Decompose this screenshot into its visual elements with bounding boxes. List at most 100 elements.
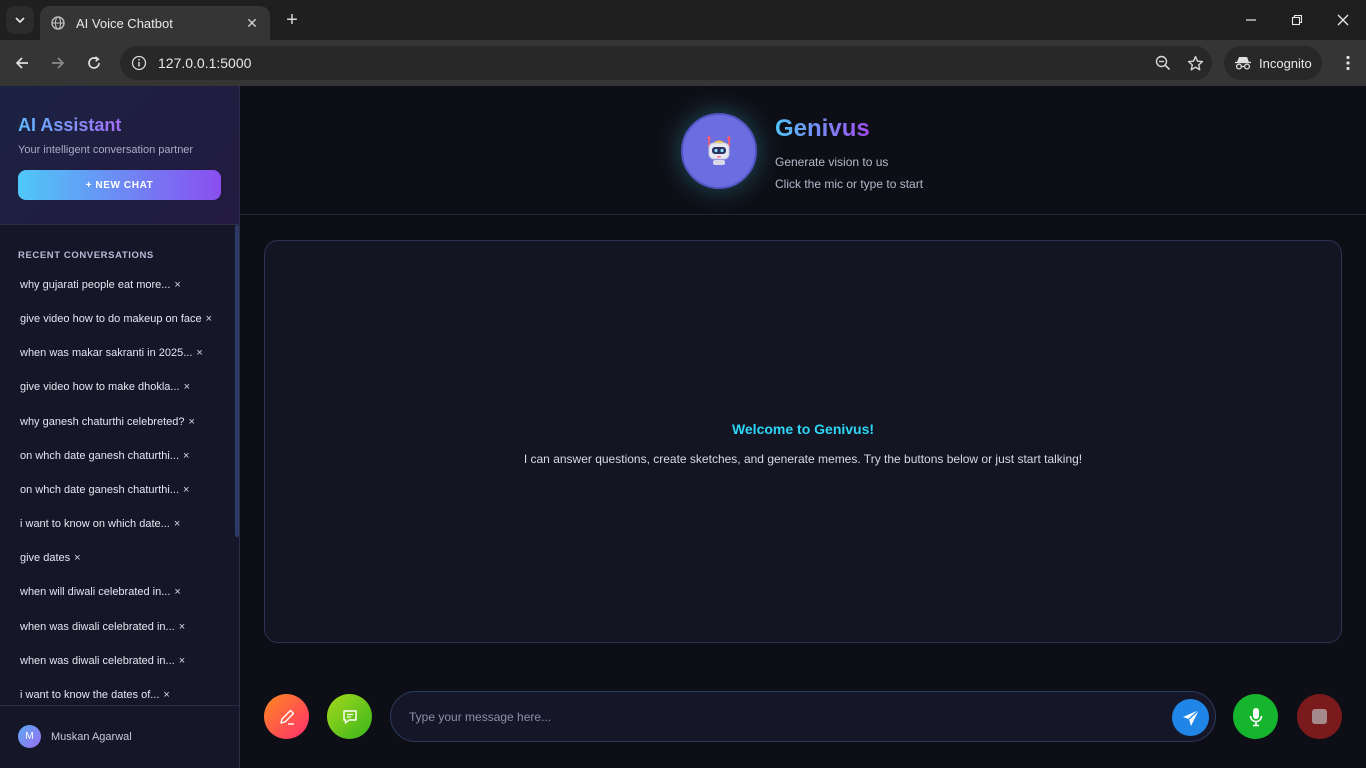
conversation-item[interactable]: on whch date ganesh chaturthi... ×: [20, 447, 189, 465]
app: AI Assistant Your intelligent conversati…: [0, 86, 1366, 768]
conversation-title: give video how to do makeup on face: [20, 313, 202, 325]
browser-toolbar: 127.0.0.1:5000 Incognito: [0, 40, 1366, 86]
conversation-item[interactable]: on whch date ganesh chaturthi... ×: [20, 481, 189, 499]
tab-title: AI Voice Chatbot: [76, 15, 173, 31]
conversation-item[interactable]: why ganesh chaturthi celebreted? ×: [20, 413, 195, 431]
bot-avatar: [681, 113, 757, 189]
delete-conversation-icon[interactable]: ×: [183, 450, 189, 462]
conversation-item[interactable]: i want to know on which date... ×: [20, 515, 180, 533]
sidebar-header: AI Assistant Your intelligent conversati…: [0, 86, 239, 225]
sidebar-subtitle: Your intelligent conversation partner: [18, 144, 194, 156]
chat-header: Genivus Generate vision to us Click the …: [240, 86, 1366, 215]
tab-close-icon[interactable]: ✕: [244, 15, 260, 31]
delete-conversation-icon[interactable]: ×: [174, 586, 180, 598]
meme-button[interactable]: [327, 694, 372, 739]
reload-button[interactable]: [80, 49, 108, 77]
new-tab-button[interactable]: +: [280, 8, 304, 32]
conversation-item[interactable]: when was diwali celebrated in... ×: [20, 618, 185, 636]
back-button[interactable]: [8, 49, 36, 77]
conversation-item[interactable]: give dates ×: [20, 549, 81, 567]
conversation-item[interactable]: why gujarati people eat more... ×: [20, 276, 181, 294]
url-text: 127.0.0.1:5000: [158, 55, 252, 71]
globe-icon: [50, 15, 66, 31]
address-bar[interactable]: 127.0.0.1:5000: [120, 46, 1212, 80]
delete-conversation-icon[interactable]: ×: [174, 279, 180, 291]
delete-conversation-icon[interactable]: ×: [174, 518, 180, 530]
conversation-item[interactable]: i want to know the dates of... ×: [20, 686, 170, 704]
conversation-item[interactable]: when was diwali celebrated in... ×: [20, 652, 185, 670]
sidebar: AI Assistant Your intelligent conversati…: [0, 86, 240, 768]
stop-button[interactable]: [1297, 694, 1342, 739]
microphone-icon: [1249, 707, 1262, 726]
delete-conversation-icon[interactable]: ×: [163, 689, 169, 701]
avatar: M: [18, 725, 41, 748]
delete-conversation-icon[interactable]: ×: [189, 416, 195, 428]
brand-tagline: Generate vision to us: [775, 155, 889, 169]
delete-conversation-icon[interactable]: ×: [196, 347, 202, 359]
incognito-indicator[interactable]: Incognito: [1224, 46, 1322, 80]
conversation-title: when was makar sakranti in 2025...: [20, 347, 193, 359]
conversation-title: i want to know on which date...: [20, 518, 170, 530]
incognito-label: Incognito: [1259, 55, 1312, 71]
chevron-down-icon: [15, 17, 25, 24]
site-info-icon[interactable]: [124, 48, 154, 78]
message-input[interactable]: [409, 707, 1149, 727]
conversation-item[interactable]: give video how to make dhokla... ×: [20, 378, 190, 396]
paper-plane-icon: [1182, 709, 1199, 726]
main-area: Genivus Generate vision to us Click the …: [240, 86, 1366, 768]
sidebar-title: AI Assistant: [18, 115, 122, 135]
brand-title: Genivus: [775, 115, 870, 142]
close-icon: [1337, 14, 1349, 26]
new-chat-button[interactable]: + NEW CHAT: [18, 170, 221, 200]
conversation-title: when will diwali celebrated in...: [20, 586, 171, 598]
conversation-title: why gujarati people eat more...: [20, 279, 171, 291]
recent-conversations-heading: RECENT CONVERSATIONS: [18, 250, 154, 261]
chat-bubble-icon: [342, 709, 357, 724]
delete-conversation-icon[interactable]: ×: [179, 621, 185, 633]
delete-conversation-icon[interactable]: ×: [206, 313, 212, 325]
incognito-icon: [1235, 57, 1251, 70]
sidebar-scrollbar[interactable]: [235, 225, 239, 537]
mic-button[interactable]: [1233, 694, 1278, 739]
pencil-icon: [279, 709, 294, 725]
reload-icon: [88, 56, 100, 69]
forward-button[interactable]: [44, 49, 72, 77]
restore-button[interactable]: [1274, 0, 1320, 40]
close-window-button[interactable]: [1320, 0, 1366, 40]
conversation-title: when was diwali celebrated in...: [20, 621, 175, 633]
conversation-title: when was diwali celebrated in...: [20, 655, 175, 667]
sketch-button[interactable]: [264, 694, 309, 739]
conversation-list[interactable]: RECENT CONVERSATIONS why gujarati people…: [0, 225, 239, 705]
arrow-left-icon: [15, 57, 28, 69]
browser-tab[interactable]: AI Voice Chatbot ✕: [40, 6, 270, 40]
conversation-item[interactable]: when was makar sakranti in 2025... ×: [20, 344, 203, 362]
delete-conversation-icon[interactable]: ×: [179, 655, 185, 667]
arrow-right-icon: [52, 57, 65, 69]
conversation-title: on whch date ganesh chaturthi...: [20, 484, 179, 496]
conversation-title: give video how to make dhokla...: [20, 381, 180, 393]
tab-search-button[interactable]: [6, 6, 34, 34]
conversation-title: why ganesh chaturthi celebreted?: [20, 416, 185, 428]
zoom-out-icon[interactable]: [1148, 48, 1178, 78]
start-hint: Click the mic or type to start: [775, 177, 924, 191]
welcome-text: I can answer questions, create sketches,…: [523, 452, 1083, 466]
star-icon[interactable]: [1180, 48, 1210, 78]
chat-messages[interactable]: Welcome to Genivus! I can answer questio…: [264, 240, 1342, 643]
user-profile[interactable]: M Muskan Agarwal: [0, 705, 239, 768]
delete-conversation-icon[interactable]: ×: [184, 381, 190, 393]
stop-icon: [1312, 709, 1327, 724]
minimize-button[interactable]: [1228, 0, 1274, 40]
delete-conversation-icon[interactable]: ×: [74, 552, 80, 564]
minimize-icon: [1246, 19, 1256, 21]
restore-icon: [1291, 14, 1303, 26]
conversation-title: i want to know the dates of...: [20, 689, 160, 701]
conversation-item[interactable]: give video how to do makeup on face ×: [20, 310, 212, 328]
send-button[interactable]: [1172, 699, 1209, 736]
delete-conversation-icon[interactable]: ×: [183, 484, 189, 496]
kebab-menu-icon: [1346, 55, 1350, 71]
conversation-title: on whch date ganesh chaturthi...: [20, 450, 179, 462]
browser-menu-button[interactable]: [1334, 49, 1362, 77]
message-composer: [390, 691, 1216, 742]
conversation-item[interactable]: when will diwali celebrated in... ×: [20, 583, 181, 601]
conversation-title: give dates: [20, 552, 71, 564]
